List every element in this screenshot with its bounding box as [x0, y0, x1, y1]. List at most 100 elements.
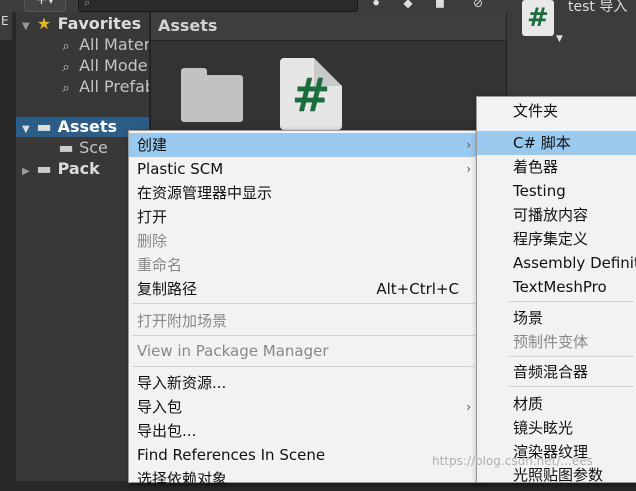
menu-separator — [133, 366, 475, 367]
search-icon: ⌕ — [62, 81, 70, 96]
submenu-separator — [509, 356, 633, 357]
submenu-item-label: Testing — [513, 182, 566, 200]
visibility-icon[interactable]: ⊘ — [466, 0, 490, 10]
menu-item-find-references[interactable]: Find References In Scene — [129, 443, 479, 467]
submenu-item-csharp-script[interactable]: C# 脚本 — [477, 131, 636, 155]
context-menu: 创建 › Plastic SCM › 在资源管理器中显示 打开 删除 重命名 复… — [128, 130, 480, 488]
chevron-down-icon[interactable]: ▼ — [556, 34, 563, 44]
tree-favorite-prefabs[interactable]: ⌕ All Prefab — [58, 77, 155, 97]
expand-right-icon[interactable]: ▶ — [22, 162, 36, 182]
submenu-item-playables[interactable]: 可播放内容 — [477, 203, 636, 227]
expand-down-icon[interactable]: ▼ — [22, 17, 36, 37]
tree-favorite-materials[interactable]: ⌕ All Mater — [58, 35, 150, 55]
submenu-item-textmeshpro[interactable]: TextMeshPro — [477, 275, 636, 299]
label-icon[interactable]: ◼ — [428, 0, 452, 10]
menu-item-import-new-asset[interactable]: 导入新资源... — [129, 371, 479, 395]
packages-label: Pack — [57, 159, 100, 178]
folder-open-icon: ▬ — [36, 117, 52, 136]
menu-item-label: 打开附加场景 — [137, 312, 228, 330]
menu-item-label: 创建 — [137, 136, 168, 154]
menu-item-select-dependencies[interactable]: 选择依赖对象 — [129, 467, 479, 491]
submenu-item-folder[interactable]: 文件夹 — [477, 99, 636, 123]
menu-item-view-in-package-manager[interactable]: View in Package Manager — [129, 339, 479, 363]
favorite-icon[interactable]: ◆ — [396, 0, 420, 10]
menu-item-label: 导出包... — [137, 422, 197, 440]
submenu-item-prefab-variant[interactable]: 预制件变体 — [477, 330, 636, 354]
tree-packages[interactable]: ▶ ▬ Pack — [22, 159, 100, 179]
menu-item-label: 导入新资源... — [137, 374, 227, 392]
submenu-item-shader[interactable]: 着色器 — [477, 155, 636, 179]
expand-down-icon[interactable]: ▼ — [22, 120, 36, 140]
submenu-item-label: 预制件变体 — [513, 333, 589, 351]
csharp-glyph: # — [291, 68, 331, 122]
menu-item-label: View in Package Manager — [137, 342, 329, 360]
menu-item-label: 打开 — [137, 208, 168, 226]
menu-item-export-package[interactable]: 导出包... — [129, 419, 479, 443]
submenu-item-label: 材质 — [513, 395, 544, 413]
menu-item-label: 重命名 — [137, 256, 183, 274]
menu-item-label: 在资源管理器中显示 — [137, 184, 273, 202]
menu-item-label: 复制路径 — [137, 280, 198, 298]
folder-icon: ▬ — [58, 138, 74, 157]
folder-asset-icon[interactable] — [181, 68, 243, 122]
submenu-item-scene[interactable]: 场景 — [477, 306, 636, 330]
search-icon: ⌕ — [84, 0, 91, 9]
watermark-text: https://blog.csdn.net/...ees — [432, 454, 593, 468]
submenu-item-label: 镜头眩光 — [513, 419, 574, 437]
menu-item-rename[interactable]: 重命名 — [129, 253, 479, 277]
submenu-arrow-icon: › — [466, 400, 471, 414]
menu-item-label: Plastic SCM — [137, 160, 224, 178]
submenu-item-assembly-definition-reference[interactable]: Assembly Definition — [477, 251, 636, 275]
favorites-label: Favorites — [57, 14, 142, 33]
scenes-label: Sce — [79, 138, 108, 157]
favorite-item-label: All Prefab — [79, 77, 156, 96]
menu-item-label: 删除 — [137, 232, 168, 250]
submenu-item-testing[interactable]: Testing — [477, 179, 636, 203]
submenu-arrow-icon: › — [466, 138, 471, 152]
menu-item-shortcut: Alt+Ctrl+C — [376, 280, 459, 298]
menu-item-create[interactable]: 创建 › — [129, 133, 479, 157]
folder-icon: ▬ — [36, 159, 52, 178]
tree-favorite-models[interactable]: ⌕ All Mode — [58, 56, 148, 76]
submenu-item-label: TextMeshPro — [513, 278, 607, 296]
menu-item-label: 选择依赖对象 — [137, 470, 228, 488]
inspector-title: test 导入 — [568, 0, 628, 15]
create-dropdown-button[interactable]: +▾ — [24, 0, 66, 12]
submenu-item-label: C# 脚本 — [513, 134, 571, 152]
submenu-item-material[interactable]: 材质 — [477, 392, 636, 416]
script-asset-icon[interactable]: # — [280, 58, 342, 130]
menu-separator — [133, 303, 475, 304]
create-submenu: 文件夹 C# 脚本 着色器 Testing 可播放内容 程序集定义 Assemb… — [476, 96, 636, 484]
assets-breadcrumb[interactable]: Assets — [158, 16, 217, 35]
submenu-item-assembly-definition-cn[interactable]: 程序集定义 — [477, 227, 636, 251]
menu-item-open-additive-scene[interactable]: 打开附加场景 — [129, 309, 479, 333]
menu-item-open[interactable]: 打开 — [129, 205, 479, 229]
left-edge-panel: E — [0, 0, 12, 40]
submenu-item-label: 着色器 — [513, 158, 559, 176]
search-icon: ⌕ — [62, 60, 70, 75]
search-input[interactable]: ⌕ — [78, 0, 358, 12]
tree-favorites[interactable]: ▼ ★ Favorites — [22, 14, 141, 34]
menu-item-delete[interactable]: 删除 — [129, 229, 479, 253]
submenu-separator — [509, 301, 633, 302]
favorite-item-label: All Mode — [79, 56, 148, 75]
submenu-item-label: 程序集定义 — [513, 230, 589, 248]
search-icon: ⌕ — [62, 39, 70, 54]
submenu-item-label: 音频混合器 — [513, 363, 589, 381]
submenu-arrow-icon: › — [466, 162, 471, 176]
filter-icon[interactable]: ⚫ — [364, 0, 388, 10]
submenu-item-lens-flare[interactable]: 镜头眩光 — [477, 416, 636, 440]
menu-item-import-package[interactable]: 导入包 › — [129, 395, 479, 419]
tree-assets[interactable]: ▼ ▬ Assets — [22, 117, 117, 137]
submenu-item-audio-mixer[interactable]: 音频混合器 — [477, 360, 636, 384]
menu-item-copy-path[interactable]: 复制路径 Alt+Ctrl+C — [129, 277, 479, 301]
star-icon: ★ — [36, 14, 52, 33]
tree-scenes[interactable]: ▬ Sce — [58, 138, 108, 158]
submenu-item-label: 文件夹 — [513, 102, 559, 120]
menu-item-plastic-scm[interactable]: Plastic SCM › — [129, 157, 479, 181]
submenu-item-label: 场景 — [513, 309, 544, 327]
menu-item-label: 导入包 — [137, 398, 183, 416]
script-file-icon: # — [522, 0, 554, 36]
menu-item-show-in-explorer[interactable]: 在资源管理器中显示 — [129, 181, 479, 205]
menu-separator — [133, 335, 475, 336]
